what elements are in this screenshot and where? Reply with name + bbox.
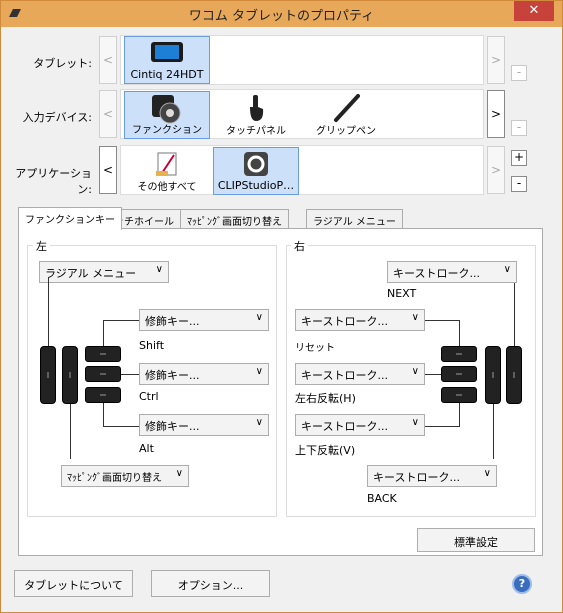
connector-line	[425, 374, 441, 375]
right-key-flip-h	[441, 366, 477, 382]
chevron-down-icon: ∨	[255, 312, 263, 323]
right-bottom-dropdown[interactable]: キーストローク... ∨	[367, 465, 497, 487]
left-rocker-outer	[40, 346, 56, 404]
device-label: 入力デバイス:	[22, 111, 92, 124]
left-mod2-dropdown[interactable]: 修飾キー... ∨	[139, 363, 269, 385]
device-item-touch[interactable]: タッチパネル	[213, 91, 299, 139]
chevron-down-icon: ∨	[411, 366, 419, 377]
close-button[interactable]: ✕	[514, 1, 554, 21]
right-k1-caption: リセット	[295, 343, 335, 354]
right-key-flip-v	[441, 387, 477, 403]
right-group-title: 右	[291, 238, 308, 254]
chevron-down-icon: ∨	[411, 417, 419, 428]
connector-line	[103, 320, 139, 321]
left-mod1-dropdown[interactable]: 修飾キー... ∨	[139, 309, 269, 331]
help-icon[interactable]: ?	[512, 574, 532, 594]
window-title: ワコム タブレットのプロパティ	[188, 9, 375, 24]
connector-line	[459, 403, 460, 427]
connector-line	[48, 277, 49, 346]
tablet-remove-button[interactable]: -	[511, 65, 527, 81]
device-item-function[interactable]: ファンクション	[124, 91, 210, 139]
left-top-dropdown[interactable]: ラジアル メニュー ∨	[39, 261, 169, 283]
connector-line	[121, 374, 139, 375]
connector-line	[514, 283, 515, 346]
default-button[interactable]: 標準設定	[417, 528, 535, 552]
chevron-down-icon: ∨	[411, 312, 419, 323]
properties-window: ワコム タブレットのプロパティ ✕ タブレット: < Cintiq 24HDT …	[0, 0, 563, 613]
app-item-clipstudio[interactable]: CLIPStudioP…	[213, 147, 299, 195]
tablet-label: タブレット:	[33, 57, 92, 70]
device-item-pen[interactable]: グリップペン	[303, 91, 389, 139]
app-next-button[interactable]: >	[487, 146, 505, 194]
connector-line	[493, 404, 494, 459]
options-button[interactable]: オプション...	[151, 570, 270, 597]
connector-line	[425, 426, 459, 427]
right-top-caption: NEXT	[387, 287, 417, 300]
device-next-button[interactable]: >	[487, 90, 505, 138]
chevron-down-icon: ∨	[255, 417, 263, 428]
left-mod3-dropdown[interactable]: 修飾キー... ∨	[139, 414, 269, 436]
left-mod2-caption: Ctrl	[139, 390, 159, 403]
tablet-next-button[interactable]: >	[487, 36, 505, 84]
left-rocker-inner	[62, 346, 78, 404]
right-bottom-caption: BACK	[367, 492, 397, 505]
right-top-dropdown[interactable]: キーストローク... ∨	[387, 261, 517, 283]
left-mod3-caption: Alt	[139, 442, 154, 455]
tablet-item-caption: Cintiq 24HDT	[130, 68, 204, 81]
right-k3-dropdown[interactable]: キーストローク... ∨	[295, 414, 425, 436]
title-bar: ワコム タブレットのプロパティ ✕	[1, 1, 562, 27]
tab-mapping-switch[interactable]: ﾏｯﾋﾟﾝｸﾞ画面切り替え	[180, 209, 289, 229]
app-item-all[interactable]: その他すべて	[124, 147, 210, 195]
app-add-button[interactable]: +	[511, 150, 527, 166]
right-rocker-inner	[485, 346, 501, 404]
right-k2-caption: 左右反転(H)	[295, 392, 356, 405]
connector-line	[70, 404, 71, 459]
connector-line	[103, 320, 104, 346]
tab-radial-menu[interactable]: ラジアル メニュー	[306, 209, 403, 229]
tab-function-keys[interactable]: ファンクションキー	[18, 207, 122, 230]
device-prev-button[interactable]: <	[99, 90, 117, 138]
function-keys-panel: 左 ラジアル メニュー ∨ 修飾キー... ∨ Shift 修飾キー... ∨ Ctr…	[18, 228, 543, 556]
app-remove-button[interactable]: -	[511, 176, 527, 192]
chevron-down-icon: ∨	[503, 264, 511, 275]
right-k1-dropdown[interactable]: キーストローク... ∨	[295, 309, 425, 331]
device-item-caption: ファンクション	[132, 125, 202, 136]
chevron-down-icon: ∨	[255, 366, 263, 377]
about-tablet-button[interactable]: タブレットについて	[14, 570, 133, 597]
device-item-caption: タッチパネル	[226, 126, 286, 137]
app-item-caption: CLIPStudioP…	[217, 179, 295, 192]
left-mod1-caption: Shift	[139, 339, 165, 352]
all-apps-icon	[156, 152, 177, 176]
left-group-title: 左	[33, 238, 50, 254]
tablet-icon	[151, 42, 183, 62]
tablet-prev-button[interactable]: <	[99, 36, 117, 84]
chevron-down-icon: ∨	[483, 468, 491, 479]
left-key-ctrl	[85, 366, 121, 382]
touch-hand-icon	[250, 95, 264, 121]
chevron-down-icon: ∨	[155, 264, 163, 275]
tab-bar: ファンクションキー タッチホイール ﾏｯﾋﾟﾝｸﾞ画面切り替え ラジアル メニュ…	[18, 207, 543, 230]
right-rocker-outer	[506, 346, 522, 404]
grip-pen-icon	[334, 94, 360, 122]
connector-line	[459, 320, 460, 346]
clip-studio-icon	[244, 152, 268, 176]
device-item-caption: グリップペン	[316, 126, 376, 137]
left-bottom-dropdown[interactable]: ﾏｯﾋﾟﾝｸﾞ画面切り替え ∨	[61, 465, 189, 487]
app-item-caption: その他すべて	[137, 182, 197, 193]
right-k2-dropdown[interactable]: キーストローク... ∨	[295, 363, 425, 385]
connector-line	[103, 403, 104, 427]
connector-line	[425, 320, 459, 321]
chevron-down-icon: ∨	[175, 468, 183, 479]
right-k3-caption: 上下反転(V)	[295, 444, 356, 457]
left-key-alt	[85, 387, 121, 403]
connector-line	[103, 426, 139, 427]
app-label: アプリケーション:	[15, 167, 92, 196]
tablet-item-cintiq[interactable]: Cintiq 24HDT	[124, 36, 210, 84]
app-prev-button[interactable]: <	[99, 146, 117, 194]
left-key-shift	[85, 346, 121, 362]
device-remove-button[interactable]: -	[511, 120, 527, 136]
right-key-reset	[441, 346, 477, 362]
